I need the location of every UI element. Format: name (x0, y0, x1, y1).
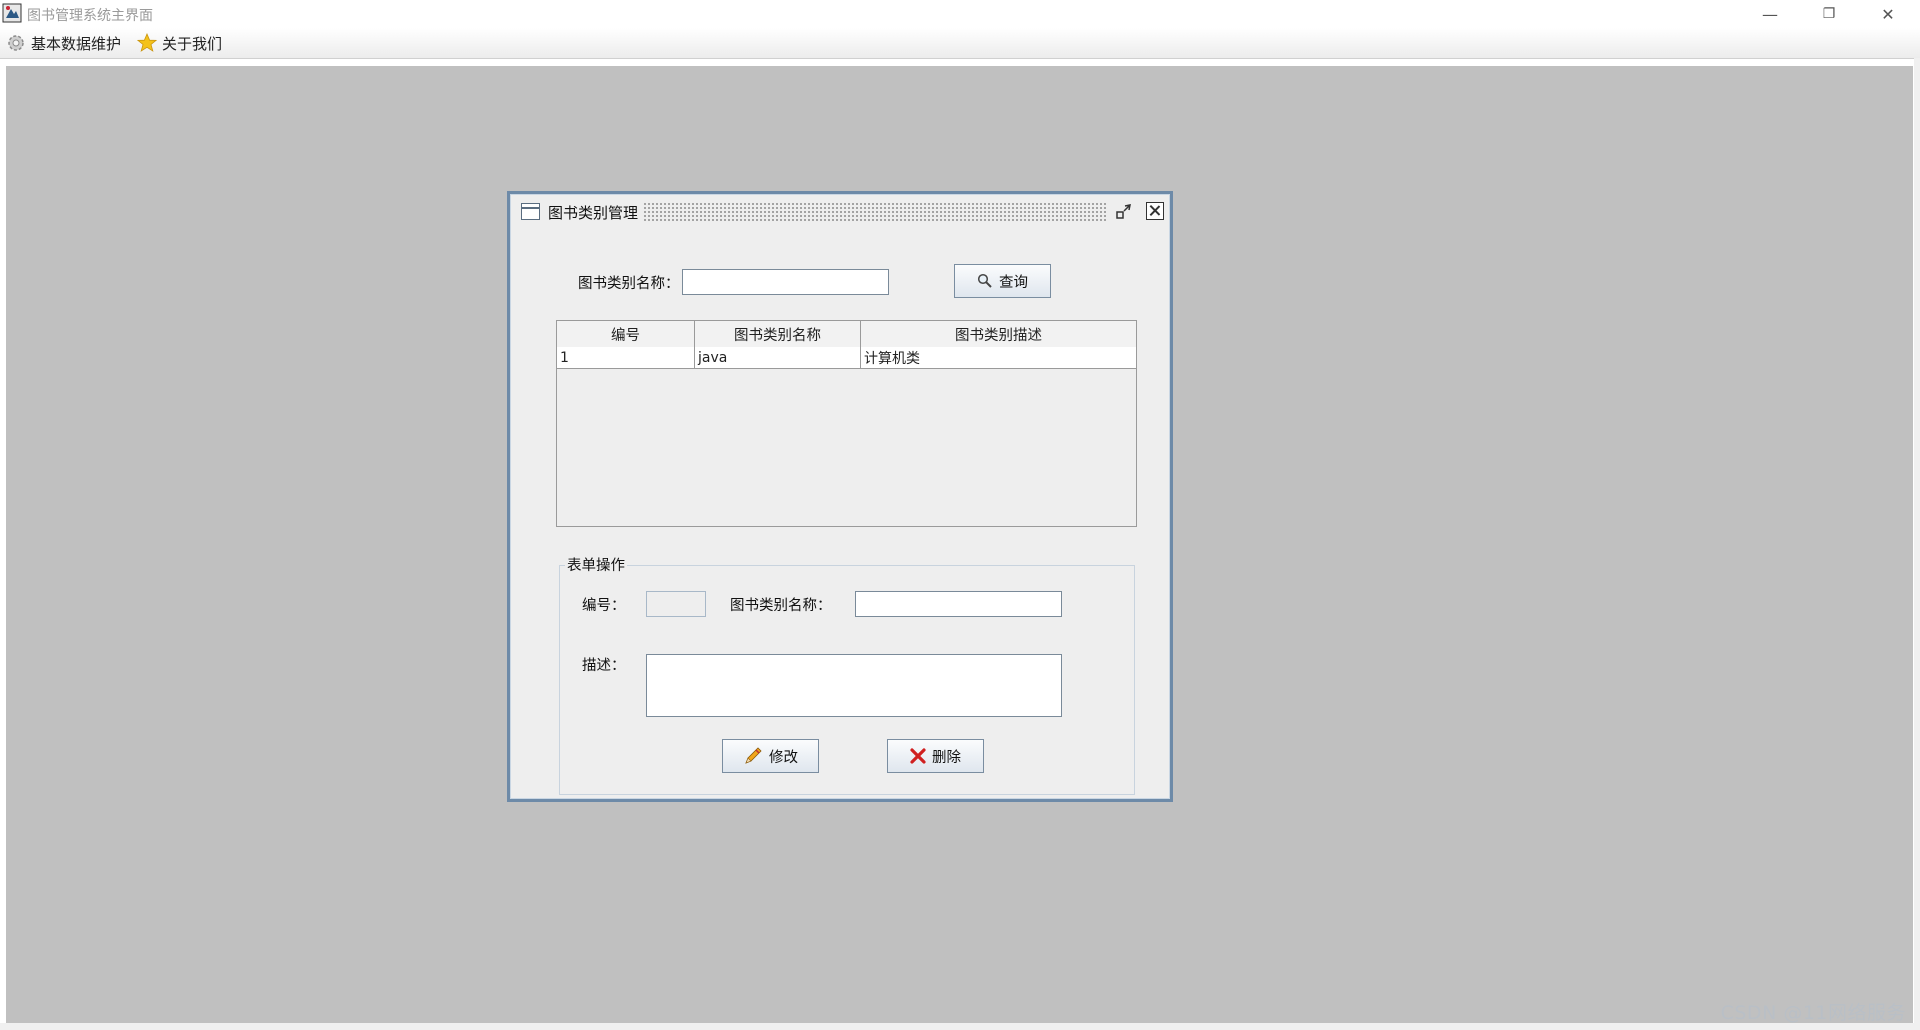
column-header-name[interactable]: 图书类别名称 (695, 321, 861, 347)
cell-name[interactable]: java (695, 347, 861, 368)
delete-button-label: 删除 (932, 749, 961, 766)
id-field (646, 591, 706, 617)
menubar: 基本数据维护 关于我们 (0, 28, 1920, 59)
red-x-icon (910, 748, 926, 764)
table-row[interactable]: 1 java 计算机类 (557, 347, 1136, 369)
desc-textarea[interactable] (646, 654, 1062, 717)
minimize-button[interactable]: — (1742, 0, 1798, 28)
frame-close-icon[interactable] (1146, 202, 1164, 220)
right-edge (1914, 58, 1920, 1030)
id-label: 编号： (582, 598, 626, 614)
modify-button[interactable]: 修改 (722, 739, 819, 773)
cell-desc[interactable]: 计算机类 (861, 347, 1136, 368)
name-label: 图书类别名称： (730, 598, 832, 614)
restore-button[interactable]: ❐ (1801, 0, 1857, 28)
table-header: 编号 图书类别名称 图书类别描述 (557, 321, 1136, 348)
delete-button[interactable]: 删除 (887, 739, 984, 773)
search-button[interactable]: 查询 (954, 264, 1051, 298)
gear-icon (8, 35, 24, 51)
form-legend: 表单操作 (565, 554, 627, 575)
column-header-desc[interactable]: 图书类别描述 (861, 321, 1136, 347)
search-icon (977, 273, 992, 288)
search-button-label: 查询 (999, 274, 1028, 291)
desc-label: 描述： (582, 658, 626, 674)
frame-drag-grip[interactable] (643, 202, 1108, 222)
close-button[interactable]: ✕ (1860, 0, 1916, 28)
search-input[interactable] (682, 269, 889, 295)
menu-basic-data[interactable]: 基本数据维护 (6, 30, 121, 56)
frame-title: 图书类别管理 (548, 204, 639, 222)
bottom-edge (0, 1023, 1920, 1030)
frame-titlebar[interactable]: 图书类别管理 (510, 194, 1170, 226)
watermark: CSDN @11网络服务 (1720, 1002, 1906, 1024)
category-table[interactable]: 编号 图书类别名称 图书类别描述 1 java 计算机类 (556, 320, 1137, 527)
modify-button-label: 修改 (769, 749, 798, 766)
column-header-id[interactable]: 编号 (557, 321, 695, 347)
window-title: 图书管理系统主界面 (27, 8, 153, 24)
menu-about-us-label: 关于我们 (162, 34, 223, 53)
category-management-frame: 图书类别管理 图书类别名称： 查询 编号 图书类别名称 图书类别描述 1 jav… (507, 191, 1173, 802)
app-icon (2, 3, 22, 23)
search-label: 图书类别名称： (578, 276, 680, 292)
star-icon (137, 33, 157, 52)
name-field[interactable] (855, 591, 1062, 617)
cell-id[interactable]: 1 (557, 347, 695, 368)
pencil-icon (745, 747, 762, 764)
menu-basic-data-label: 基本数据维护 (31, 34, 122, 53)
menu-about-us[interactable]: 关于我们 (137, 30, 222, 56)
frame-window-icon (521, 203, 540, 220)
frame-restore-icon[interactable] (1114, 202, 1134, 222)
window-titlebar: 图书管理系统主界面 — ❐ ✕ (0, 0, 1920, 28)
